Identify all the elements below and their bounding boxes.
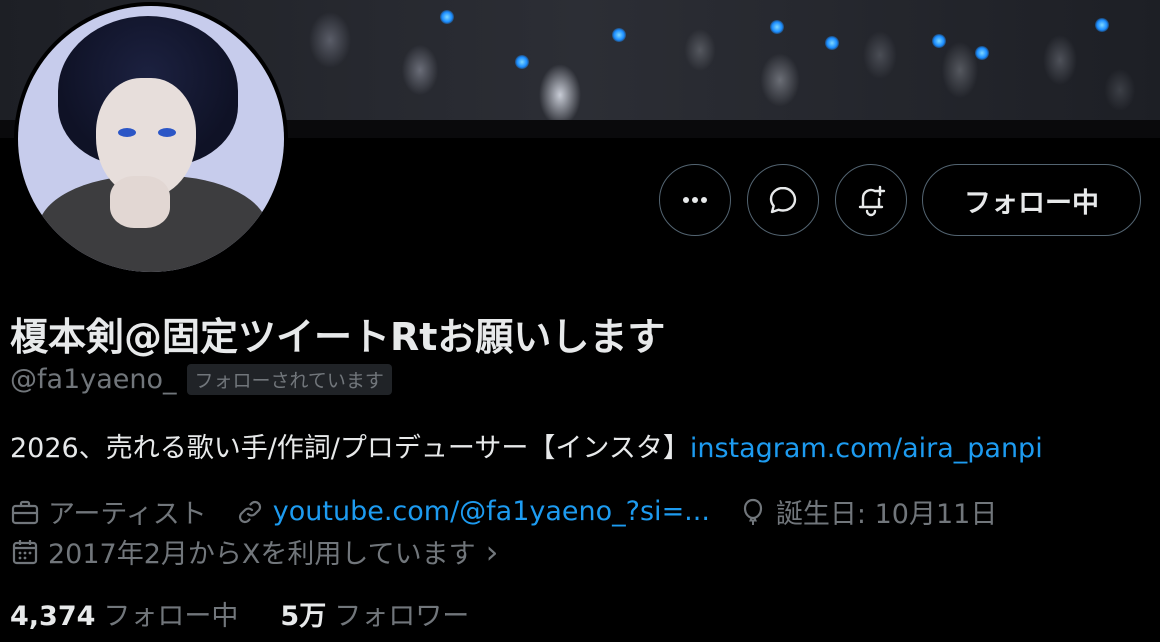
bio-link[interactable]: instagram.com/aira_panpi	[690, 433, 1043, 464]
avatar-eye	[158, 128, 176, 137]
avatar-hand	[110, 176, 170, 228]
bio-text: 2026、売れる歌い手/作詞/プロデューサー【インスタ】	[10, 433, 690, 464]
following-label: フォロー中	[103, 601, 239, 632]
following-button[interactable]: フォロー中	[922, 164, 1141, 236]
message-icon	[769, 186, 797, 214]
display-name: 榎本剣@固定ツイートRtお願いします	[10, 315, 666, 359]
website[interactable]: youtube.com/@fa1yaeno_?si=...	[235, 496, 710, 527]
banner-glow-light	[825, 36, 839, 50]
balloon-icon	[743, 498, 763, 525]
notification-button[interactable]	[835, 164, 907, 236]
banner-glow-light	[612, 28, 626, 42]
birthday: 誕生日: 10月11日	[738, 492, 997, 531]
banner-glow-light	[440, 10, 454, 24]
follow-stats: 4,374 フォロー中 5万 フォロワー	[10, 594, 511, 633]
followers-label: フォロワー	[334, 601, 470, 632]
followers-stat[interactable]: 5万 フォロワー	[280, 594, 469, 633]
profile-meta-row: アーティスト youtube.com/@fa1yaeno_?si=... 誕生日…	[10, 492, 1025, 531]
chevron-right-icon: ›	[485, 532, 499, 571]
banner-glow-light	[770, 20, 784, 34]
handle: @fa1yaeno_	[10, 364, 177, 395]
following-stat[interactable]: 4,374 フォロー中	[10, 594, 238, 633]
notification-bell-icon	[858, 185, 886, 217]
avatar-image	[18, 6, 284, 272]
followers-count: 5万	[280, 601, 327, 632]
follows-you-badge: フォローされています	[186, 364, 392, 395]
category: アーティスト	[10, 492, 207, 531]
following-count: 4,374	[10, 601, 96, 632]
category-label: アーティスト	[48, 499, 207, 530]
joined-label: 2017年2月からXを利用しています	[48, 539, 476, 570]
banner-glow-light	[975, 46, 989, 60]
calendar-icon	[12, 539, 38, 564]
avatar[interactable]	[14, 2, 288, 276]
banner-glow-light	[932, 34, 946, 48]
website-link[interactable]: youtube.com/@fa1yaeno_?si=...	[273, 496, 710, 527]
birthday-label: 誕生日: 10月11日	[775, 499, 998, 530]
more-icon	[683, 197, 707, 203]
avatar-eye	[118, 128, 136, 137]
message-button[interactable]	[747, 164, 819, 236]
banner-glow-light	[515, 55, 529, 69]
handle-row: @fa1yaeno_ フォローされています	[10, 364, 392, 395]
bio: 2026、売れる歌い手/作詞/プロデューサー【インスタ】instagram.co…	[10, 426, 1043, 465]
more-button[interactable]	[659, 164, 731, 236]
briefcase-icon	[11, 500, 39, 524]
banner-glow-light	[1095, 18, 1109, 32]
joined-row[interactable]: 2017年2月からXを利用しています ›	[10, 532, 526, 571]
joined-date[interactable]: 2017年2月からXを利用しています ›	[10, 532, 498, 571]
link-icon	[238, 500, 261, 523]
